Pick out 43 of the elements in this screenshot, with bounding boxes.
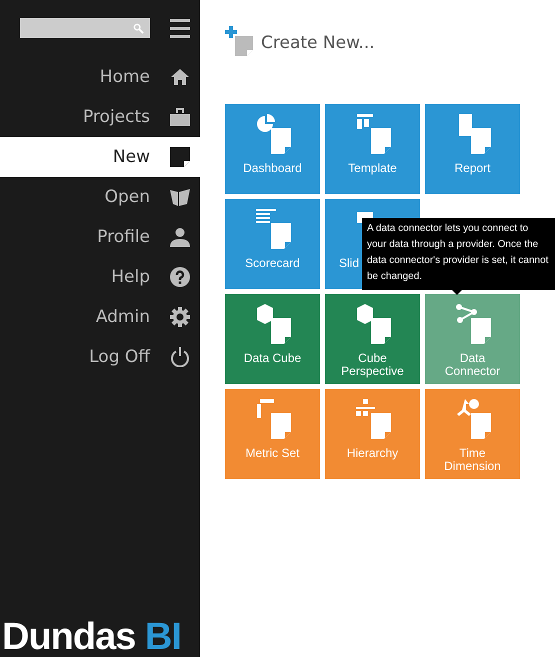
new-item-tile[interactable]: Metric Set [225, 389, 320, 479]
tile-label: Template [347, 162, 398, 175]
tile-label: Data Connector [444, 352, 502, 378]
menu-icon[interactable] [170, 18, 190, 38]
nav-item[interactable]: Profile [0, 217, 200, 257]
tile-label: Report [453, 162, 492, 175]
tile-label: Hierarchy [346, 447, 400, 460]
tile-label: Slid [339, 257, 360, 270]
person-icon [170, 227, 190, 247]
new-item-tile[interactable]: Template [325, 104, 420, 194]
new-item-tile[interactable]: Time Dimension [425, 389, 520, 479]
tile-label: Scorecard [244, 257, 301, 270]
tooltip-pointer-icon [452, 290, 462, 295]
page-title: Create New... [261, 33, 375, 53]
tile-label: Cube Perspective [340, 352, 405, 378]
nav-item[interactable]: Log Off [0, 337, 200, 377]
home-icon [170, 67, 190, 87]
search-icon [133, 22, 144, 34]
nav-item[interactable]: Help [0, 257, 200, 297]
tooltip: A data connector lets you connect to your data through a provider. Once the data connector's provider is set, it cannot be changed. [362, 218, 555, 290]
new-item-tile[interactable]: Cube Perspective [325, 294, 420, 384]
new-item-tile[interactable]: Scorecard [225, 199, 320, 289]
search-field[interactable] [20, 18, 150, 38]
nav-item[interactable]: New [0, 137, 200, 177]
new-item-tile[interactable]: Hierarchy [325, 389, 420, 479]
nav-item[interactable]: Admin [0, 297, 200, 337]
nav-item[interactable]: Projects [0, 97, 200, 137]
gear-icon [170, 307, 190, 327]
logo: Dundas BI [1, 617, 182, 657]
new-item-tile[interactable]: Dashboard [225, 104, 320, 194]
tile-label: Data Cube [242, 352, 302, 365]
tile-label: Metric Set [244, 447, 300, 460]
new-item-tile[interactable]: Report [425, 104, 520, 194]
help-icon [170, 267, 190, 287]
document-icon [170, 147, 190, 167]
tile-label: Time Dimension [443, 447, 502, 473]
briefcase-icon [170, 107, 190, 127]
power-icon [170, 347, 190, 367]
nav-item[interactable]: Home [0, 57, 200, 97]
new-item-tile[interactable]: Data Connector [425, 294, 520, 384]
new-item-tile[interactable]: Data Cube [225, 294, 320, 384]
tile-label: Dashboard [242, 162, 303, 175]
nav-item[interactable]: Open [0, 177, 200, 217]
